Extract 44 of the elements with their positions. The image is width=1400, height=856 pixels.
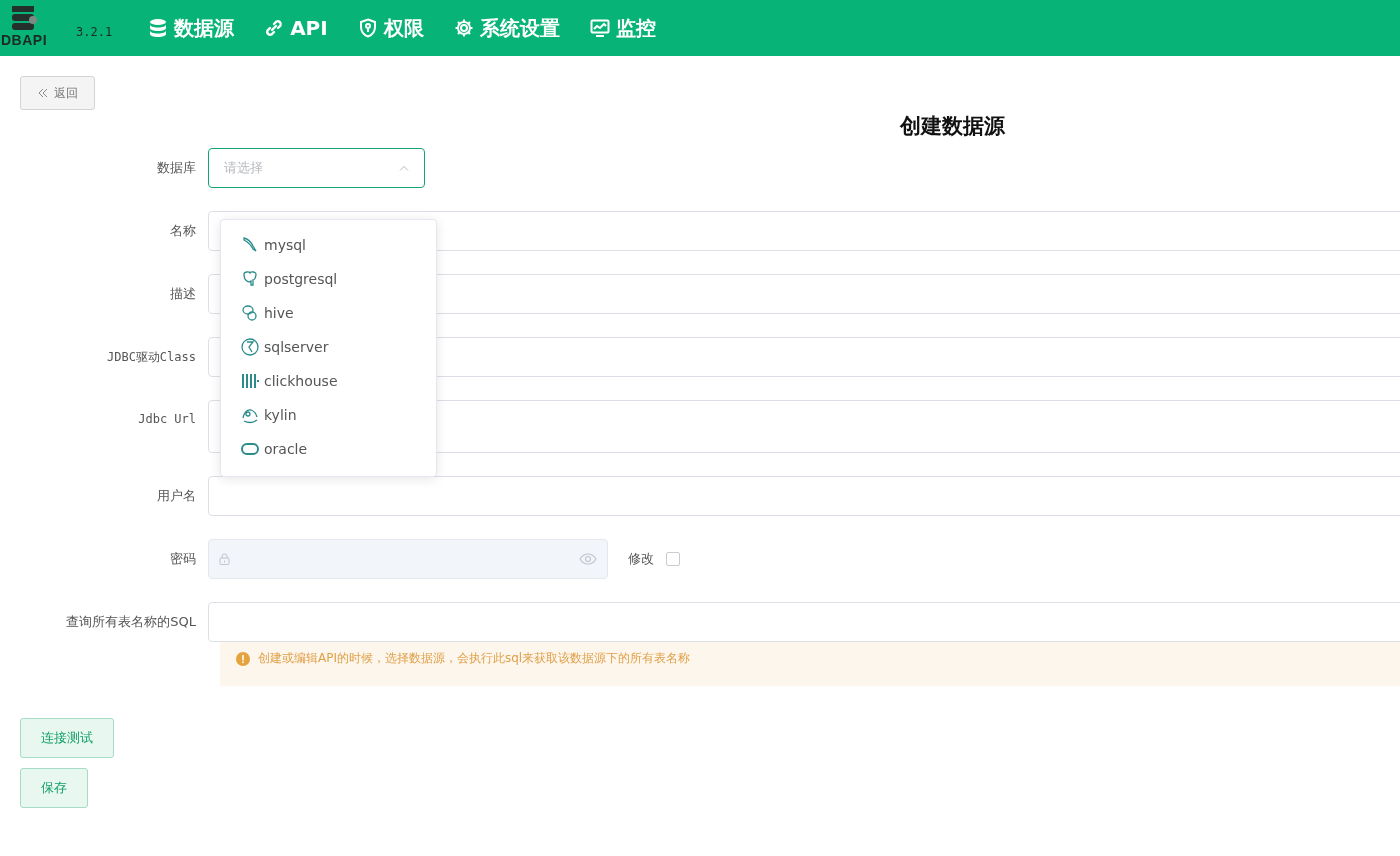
input-field[interactable] [208, 476, 1400, 516]
hint-text: 创建或编辑API的时候，选择数据源，会执行此sql来获取该数据源下的所有表名称 [258, 650, 691, 667]
capsule-icon [241, 440, 259, 458]
page-title: 创建数据源 [898, 113, 1006, 140]
nav-link[interactable]: 监控 [589, 14, 656, 42]
double-chevron-left-icon [37, 88, 48, 98]
logo-text: DBAPI [0, 32, 48, 48]
disc-icon [241, 338, 259, 356]
dropdown-option[interactable]: hive [221, 296, 436, 330]
dropdown-option[interactable]: sqlserver [221, 330, 436, 364]
database-icon [148, 18, 169, 38]
database-logo-icon [9, 6, 39, 32]
checkbox-label: 修改 [628, 550, 654, 568]
monitor-icon [589, 18, 610, 38]
dropdown-option[interactable]: clickhouse [221, 364, 436, 398]
field-label: 描述 [169, 285, 197, 303]
chevron-up-icon [399, 165, 409, 171]
field-label: JDBC驱动Class [105, 348, 197, 366]
nav-link[interactable]: 权限 [357, 14, 424, 42]
select-placeholder: 请选择 [224, 159, 263, 177]
nav-link[interactable]: 数据源 [148, 14, 235, 42]
warning-icon [236, 651, 250, 666]
bars-icon [241, 372, 259, 390]
field-label: 数据库 [156, 159, 197, 177]
field-label: 查询所有表名称的SQL [65, 613, 197, 631]
dropdown-option[interactable]: mysql [221, 228, 436, 262]
nav-link[interactable]: 系统设置 [453, 14, 560, 42]
dropdown-option[interactable]: oracle [221, 432, 436, 466]
version-label: 3.2.1 [76, 25, 113, 39]
link-icon [264, 18, 285, 38]
lock-icon [219, 553, 230, 565]
field-label: 密码 [169, 550, 197, 568]
input-field[interactable] [208, 602, 1400, 642]
nav-link[interactable]: API [264, 14, 328, 42]
action-button[interactable]: 保存 [20, 768, 88, 808]
settings-icon [453, 18, 474, 38]
dropdown-option[interactable]: postgresql [221, 262, 436, 296]
field-label: 用户名 [156, 487, 197, 505]
action-button[interactable]: 连接测试 [20, 718, 114, 758]
shield-icon [357, 18, 378, 38]
back-button[interactable]: 返回 [20, 76, 95, 110]
dropdown-option[interactable]: kylin [221, 398, 436, 432]
field-label: Jdbc Url [137, 411, 197, 426]
field-label: 名称 [169, 222, 197, 240]
